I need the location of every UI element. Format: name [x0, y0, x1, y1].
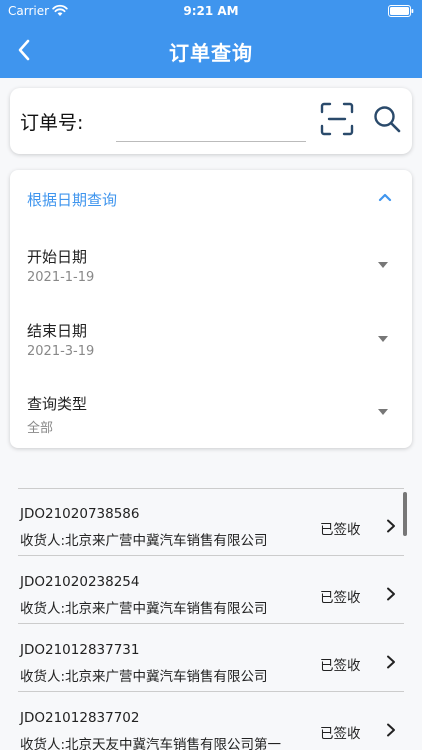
nav-bar: 订单查询: [0, 22, 422, 78]
query-type-value: 全部: [27, 421, 54, 436]
order-consignee: 收货人:北京来广营中冀汽车销售有限公司: [20, 533, 268, 549]
scrollbar[interactable]: [403, 492, 407, 536]
start-date-label: 开始日期: [27, 248, 88, 266]
order-consignee: 收货人:北京天友中冀汽车销售有限公司第一: [20, 737, 282, 750]
chevron-right-icon: [387, 723, 395, 737]
order-number: JDO21020738586: [20, 506, 140, 522]
order-status: 已签收: [320, 522, 361, 538]
status-time: 9:21 AM: [183, 4, 239, 18]
order-number-input[interactable]: [116, 102, 306, 142]
order-number: JDO21012837731: [20, 642, 140, 658]
order-number: JDO21020238254: [20, 574, 140, 590]
dropdown-arrow-icon: [378, 409, 388, 415]
order-status: 已签收: [320, 726, 361, 742]
order-status: 已签收: [320, 590, 361, 606]
start-date-value: 2021-1-19: [27, 270, 95, 285]
dropdown-arrow-icon: [378, 336, 388, 342]
chevron-up-icon: [378, 193, 392, 202]
query-type-label: 查询类型: [27, 395, 88, 413]
status-bar: Carrier 9:21 AM: [0, 0, 422, 22]
end-date-field[interactable]: 结束日期 2021-3-19: [10, 314, 412, 376]
date-query-card: 根据日期查询 开始日期 2021-1-19 结束日期 2021-3-19 查询类…: [10, 170, 412, 448]
order-list[interactable]: JDO21020738586 收货人:北京来广营中冀汽车销售有限公司 已签收 J…: [18, 488, 404, 750]
chevron-right-icon: [387, 519, 395, 533]
order-number-label: 订单号:: [20, 112, 84, 134]
start-date-field[interactable]: 开始日期 2021-1-19: [10, 240, 412, 302]
page-title: 订单查询: [169, 41, 253, 65]
order-list-item[interactable]: JDO21020238254 收货人:北京来广营中冀汽车销售有限公司 已签收: [18, 556, 404, 624]
app-header: Carrier 9:21 AM 订单查询: [0, 0, 422, 78]
order-search-card: 订单号:: [10, 88, 412, 154]
chevron-right-icon: [387, 655, 395, 669]
search-icon[interactable]: [372, 104, 402, 134]
dropdown-arrow-icon: [378, 262, 388, 268]
chevron-right-icon: [387, 587, 395, 601]
end-date-label: 结束日期: [27, 322, 88, 340]
battery-icon: [388, 5, 414, 17]
end-date-value: 2021-3-19: [27, 344, 95, 359]
order-consignee: 收货人:北京来广营中冀汽车销售有限公司: [20, 669, 268, 685]
order-list-item[interactable]: JDO21012837731 收货人:北京来广营中冀汽车销售有限公司 已签收: [18, 624, 404, 692]
order-list-item[interactable]: JDO21012837702 收货人:北京天友中冀汽车销售有限公司第一 已签收: [18, 692, 404, 750]
order-consignee: 收货人:北京来广营中冀汽车销售有限公司: [20, 601, 268, 617]
query-type-field[interactable]: 查询类型 全部: [10, 387, 412, 449]
date-query-title: 根据日期查询: [27, 191, 118, 209]
order-list-item[interactable]: JDO21020738586 收货人:北京来广营中冀汽车销售有限公司 已签收: [18, 488, 404, 556]
order-number: JDO21012837702: [20, 710, 140, 726]
order-status: 已签收: [320, 658, 361, 674]
scan-icon[interactable]: [320, 102, 354, 136]
date-query-header[interactable]: 根据日期查询: [10, 170, 412, 228]
